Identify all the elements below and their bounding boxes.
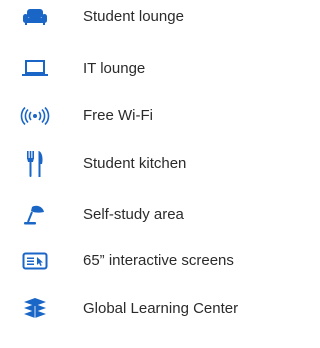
amenity-label: Student lounge: [83, 8, 184, 25]
interactive-screen-icon: [18, 246, 52, 276]
amenity-label: Free Wi-Fi: [83, 107, 153, 124]
amenity-label: 65” interactive screens: [83, 252, 234, 269]
amenity-label: Student kitchen: [83, 155, 187, 172]
amenity-item-student-lounge: Student lounge: [0, 2, 293, 32]
fork-knife-icon: [18, 149, 52, 179]
amenity-item-self-study-area: Self-study area: [0, 200, 293, 230]
amenity-label: Global Learning Center: [83, 300, 239, 317]
amenity-label: Self-study area: [83, 206, 184, 223]
desk-lamp-icon: [18, 200, 52, 230]
amenity-item-it-lounge: IT lounge: [0, 54, 293, 84]
amenity-label: IT lounge: [83, 60, 146, 77]
amenity-item-interactive-screens: 65” interactive screens: [0, 246, 293, 276]
wifi-icon: [18, 101, 52, 131]
books-icon: [18, 294, 52, 324]
amenity-item-student-kitchen: Student kitchen: [0, 149, 293, 179]
sofa-icon: [18, 2, 52, 32]
amenity-list: Student lounge IT lounge Free Wi-Fi Stud…: [0, 0, 293, 348]
laptop-icon: [18, 54, 52, 84]
amenity-item-global-learning-center: Global Learning Center: [0, 294, 293, 324]
amenity-item-free-wifi: Free Wi-Fi: [0, 101, 293, 131]
